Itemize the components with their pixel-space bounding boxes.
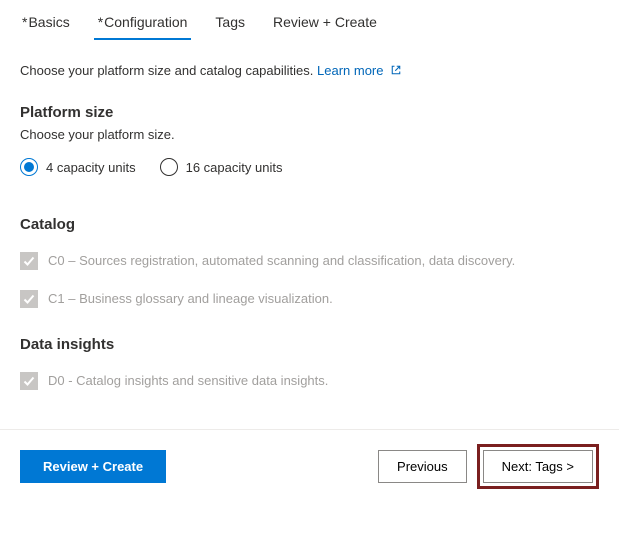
checkbox-c0: C0 – Sources registration, automated sca… <box>20 251 599 271</box>
external-link-icon <box>390 64 402 76</box>
checkbox-d0: D0 - Catalog insights and sensitive data… <box>20 371 599 391</box>
platform-size-sub: Choose your platform size. <box>20 127 599 142</box>
radio-icon <box>160 158 178 176</box>
tab-label: Tags <box>215 14 245 30</box>
required-asterisk: * <box>22 14 27 30</box>
previous-button[interactable]: Previous <box>378 450 467 483</box>
radio-label: 4 capacity units <box>46 160 136 175</box>
checkmark-icon <box>22 292 36 306</box>
tab-review-create[interactable]: Review + Create <box>259 8 391 40</box>
platform-size-radio-group: 4 capacity units 16 capacity units <box>20 158 599 176</box>
radio-icon <box>20 158 38 176</box>
radio-4-capacity[interactable]: 4 capacity units <box>20 158 136 176</box>
checkbox-label: C1 – Business glossary and lineage visua… <box>48 289 333 309</box>
checkmark-icon <box>22 374 36 388</box>
wizard-footer: Review + Create Previous Next: Tags > <box>0 429 619 503</box>
next-tags-button[interactable]: Next: Tags > <box>483 450 593 483</box>
review-create-button[interactable]: Review + Create <box>20 450 166 483</box>
checkbox-icon <box>20 372 38 390</box>
required-asterisk: * <box>98 14 103 30</box>
platform-size-section: Platform size Choose your platform size.… <box>20 104 599 176</box>
radio-dot-icon <box>24 162 34 172</box>
checkbox-c1: C1 – Business glossary and lineage visua… <box>20 289 599 309</box>
tab-tags[interactable]: Tags <box>201 8 259 40</box>
next-button-highlight: Next: Tags > <box>477 444 599 489</box>
tab-label: Configuration <box>104 14 187 30</box>
data-insights-section: Data insights D0 - Catalog insights and … <box>20 336 599 391</box>
intro-copy: Choose your platform size and catalog ca… <box>20 63 313 78</box>
checkbox-icon <box>20 290 38 308</box>
radio-16-capacity[interactable]: 16 capacity units <box>160 158 283 176</box>
checkbox-label: C0 – Sources registration, automated sca… <box>48 251 515 271</box>
link-text: Learn more <box>317 63 383 78</box>
wizard-tabs: *Basics *Configuration Tags Review + Cre… <box>0 0 619 41</box>
tab-label: Review + Create <box>273 14 377 30</box>
catalog-section: Catalog C0 – Sources registration, autom… <box>20 216 599 308</box>
platform-size-title: Platform size <box>20 104 599 121</box>
intro-text: Choose your platform size and catalog ca… <box>20 63 599 78</box>
tab-basics[interactable]: *Basics <box>8 8 84 40</box>
catalog-title: Catalog <box>20 216 599 233</box>
radio-label: 16 capacity units <box>186 160 283 175</box>
checkmark-icon <box>22 254 36 268</box>
tab-configuration[interactable]: *Configuration <box>84 8 202 40</box>
checkbox-icon <box>20 252 38 270</box>
tab-label: Basics <box>28 14 69 30</box>
tab-content: Choose your platform size and catalog ca… <box>0 41 619 429</box>
checkbox-label: D0 - Catalog insights and sensitive data… <box>48 371 328 391</box>
learn-more-link[interactable]: Learn more <box>317 63 402 78</box>
data-insights-title: Data insights <box>20 336 599 353</box>
